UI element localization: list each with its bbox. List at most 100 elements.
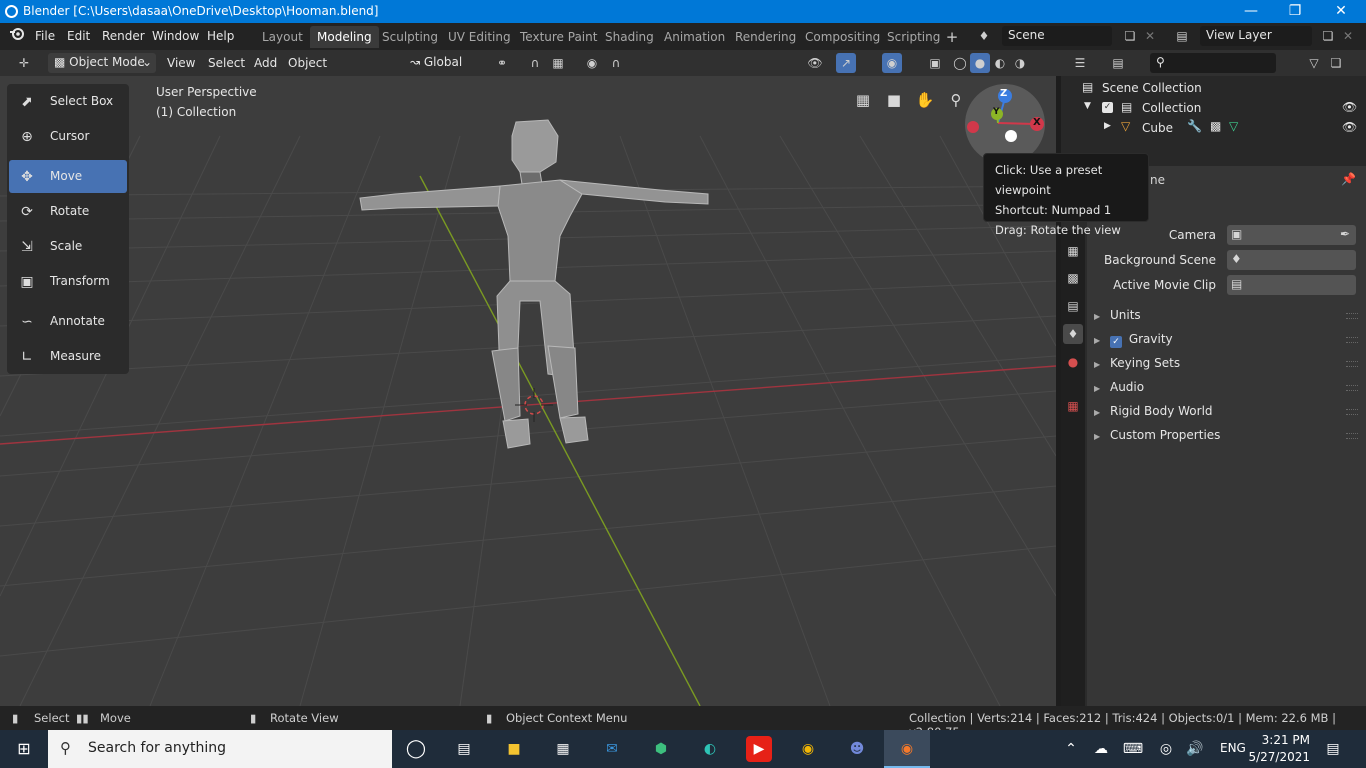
input-method-icon[interactable]: ⌨ bbox=[1120, 736, 1146, 762]
menu-help[interactable]: Help bbox=[207, 29, 234, 43]
tab-shading[interactable]: Shading bbox=[598, 26, 661, 48]
tab-texture-paint[interactable]: Texture Paint bbox=[513, 26, 604, 48]
panel-drag-handle[interactable] bbox=[1346, 337, 1358, 343]
tab-scripting[interactable]: Scripting bbox=[880, 26, 947, 48]
display-mode-icon[interactable]: ▤ bbox=[1108, 53, 1128, 73]
panel-audio[interactable]: ▶ Audio bbox=[1094, 380, 1144, 394]
file-explorer-icon[interactable]: ■ bbox=[501, 736, 527, 762]
clock-time[interactable]: 3:21 PM bbox=[1256, 733, 1310, 747]
mail-icon[interactable]: ✉ bbox=[599, 736, 625, 762]
checkbox-icon[interactable]: ✓ bbox=[1102, 102, 1113, 113]
gravity-checkbox[interactable]: ✓ bbox=[1109, 336, 1122, 348]
clock-date[interactable]: 5/27/2021 bbox=[1248, 750, 1310, 764]
viewport-menu-object[interactable]: Object bbox=[288, 56, 327, 70]
outliner-row-scene-collection[interactable]: ▤ Scene Collection bbox=[1061, 78, 1366, 98]
hand-pan-icon[interactable]: ✋ bbox=[914, 89, 936, 111]
grid-view-icon[interactable]: ▦ bbox=[852, 89, 874, 111]
panel-gravity[interactable]: ▶ ✓ Gravity bbox=[1094, 332, 1173, 348]
pivot-point-icon[interactable]: ⚭ bbox=[492, 53, 512, 73]
texture-tab-icon[interactable]: ▦ bbox=[1063, 396, 1083, 416]
delete-scene-icon[interactable]: ✕ bbox=[1140, 26, 1160, 46]
camera-view-icon[interactable]: ■ bbox=[883, 89, 905, 111]
panel-custom-properties[interactable]: ▶ Custom Properties bbox=[1094, 428, 1220, 442]
panel-drag-handle[interactable] bbox=[1346, 433, 1358, 439]
scene-field[interactable]: Scene bbox=[1002, 26, 1112, 46]
task-view-icon[interactable]: ▤ bbox=[451, 736, 477, 762]
rendered-shading-icon[interactable]: ◑ bbox=[1010, 53, 1030, 73]
eye-icon[interactable]: 👁 bbox=[1342, 120, 1357, 134]
menu-render[interactable]: Render bbox=[102, 29, 145, 43]
snap-target-icon[interactable]: ▦ bbox=[548, 53, 568, 73]
panel-units[interactable]: ▶ Units bbox=[1094, 308, 1141, 322]
onedrive-cloud-icon[interactable]: ☁ bbox=[1088, 736, 1114, 762]
tool-cursor[interactable]: ⊕ Cursor bbox=[9, 120, 127, 153]
falloff-icon[interactable]: ∩ bbox=[606, 53, 626, 73]
outliner-editor-type-icon[interactable]: ☰ bbox=[1070, 53, 1090, 73]
tab-animation[interactable]: Animation bbox=[657, 26, 732, 48]
viewport-menu-select[interactable]: Select bbox=[208, 56, 245, 70]
editor-type-icon[interactable]: ✛ bbox=[14, 53, 34, 73]
view-layer-tab-icon[interactable]: ▤ bbox=[1063, 296, 1083, 316]
viewport-menu-view[interactable]: View bbox=[167, 56, 195, 70]
tool-annotate[interactable]: ∽ Annotate bbox=[9, 305, 127, 338]
tool-measure[interactable]: ∟ Measure bbox=[9, 340, 127, 373]
world-tab-icon[interactable]: ● bbox=[1063, 352, 1083, 372]
close-window-button[interactable]: ✕ bbox=[1318, 0, 1364, 23]
tool-select-box[interactable]: ⬈ Select Box bbox=[9, 85, 127, 118]
chrome-icon[interactable]: ◉ bbox=[795, 736, 821, 762]
scene-tab-icon[interactable]: ♦ bbox=[1063, 324, 1083, 344]
solid-shading-icon[interactable]: ● bbox=[970, 53, 990, 73]
output-tab-icon[interactable]: ▩ bbox=[1063, 268, 1083, 288]
eyedropper-icon[interactable]: ✒ bbox=[1340, 227, 1350, 241]
material-shading-icon[interactable]: ◐ bbox=[990, 53, 1010, 73]
panel-drag-handle[interactable] bbox=[1346, 313, 1358, 319]
tab-sculpting[interactable]: Sculpting bbox=[375, 26, 445, 48]
blender-taskbar-icon[interactable]: ◉ bbox=[884, 730, 930, 768]
expand-arrow-icon[interactable]: ▶ bbox=[1104, 121, 1111, 131]
tab-compositing[interactable]: Compositing bbox=[798, 26, 887, 48]
wrench-icon[interactable]: 🔧 bbox=[1187, 119, 1202, 133]
outliner-search-input[interactable]: ⚲ bbox=[1150, 53, 1276, 73]
tab-modeling[interactable]: Modeling bbox=[310, 26, 379, 48]
new-view-layer-icon[interactable]: ❏ bbox=[1318, 26, 1338, 46]
gizmo-toggle-icon[interactable]: ↗ bbox=[836, 53, 856, 73]
pin-icon[interactable]: 📌 bbox=[1341, 172, 1356, 186]
filter-icon[interactable]: ▽ bbox=[1304, 53, 1324, 73]
render-tab-icon[interactable]: ▦ bbox=[1063, 241, 1083, 261]
snap-icon[interactable]: ∩ bbox=[525, 53, 545, 73]
tab-rendering[interactable]: Rendering bbox=[728, 26, 803, 48]
background-scene-field[interactable]: ♦ bbox=[1227, 250, 1356, 270]
transform-orientation-dropdown[interactable]: ↝ Global bbox=[404, 53, 486, 73]
tool-move[interactable]: ✥ Move bbox=[9, 160, 127, 193]
edge-browser-icon[interactable]: ◐ bbox=[697, 736, 723, 762]
camera-field[interactable]: ▣ ✒ bbox=[1227, 225, 1356, 245]
proportional-edit-icon[interactable]: ◉ bbox=[582, 53, 602, 73]
zoom-icon[interactable]: ⚲ bbox=[945, 89, 967, 111]
eye-icon[interactable]: 👁 bbox=[1342, 100, 1357, 114]
new-collection-icon[interactable]: ❏ bbox=[1326, 53, 1346, 73]
microsoft-store-icon[interactable]: ▦ bbox=[550, 736, 576, 762]
delete-view-layer-icon[interactable]: ✕ bbox=[1338, 26, 1358, 46]
panel-drag-handle[interactable] bbox=[1346, 385, 1358, 391]
discord-icon[interactable]: ☻ bbox=[844, 736, 870, 762]
mesh-data-icon[interactable]: ▽ bbox=[1229, 119, 1238, 133]
notifications-icon[interactable]: ▤ bbox=[1320, 736, 1346, 762]
add-workspace-icon[interactable]: + bbox=[942, 27, 962, 47]
tab-uv-editing[interactable]: UV Editing bbox=[441, 26, 518, 48]
menu-edit[interactable]: Edit bbox=[67, 29, 90, 43]
viewport-menu-add[interactable]: Add bbox=[254, 56, 277, 70]
outliner-row-collection[interactable]: ▼ ✓ ▤ Collection 👁 bbox=[1061, 98, 1366, 118]
menu-window[interactable]: Window bbox=[152, 29, 199, 43]
minimize-button[interactable]: — bbox=[1228, 0, 1274, 23]
expand-arrow-icon[interactable]: ▼ bbox=[1084, 101, 1091, 111]
windows-start-icon[interactable]: ⊞ bbox=[11, 736, 37, 762]
visibility-eye-icon[interactable]: 👁 bbox=[805, 53, 825, 73]
3d-viewport[interactable]: User Perspective (1) Collection ▦ ■ ✋ ⚲ … bbox=[0, 76, 1056, 706]
language-indicator[interactable]: ENG bbox=[1220, 741, 1246, 755]
taskbar-search-box[interactable]: ⚲ Search for anything bbox=[48, 730, 392, 768]
panel-rigid-body-world[interactable]: ▶ Rigid Body World bbox=[1094, 404, 1213, 418]
tool-transform[interactable]: ▣ Transform bbox=[9, 265, 127, 298]
mode-dropdown[interactable]: ▩ Object Mode ⌄ bbox=[48, 53, 156, 73]
maximize-button[interactable]: ❐ bbox=[1272, 0, 1318, 23]
tool-rotate[interactable]: ⟳ Rotate bbox=[9, 195, 127, 228]
